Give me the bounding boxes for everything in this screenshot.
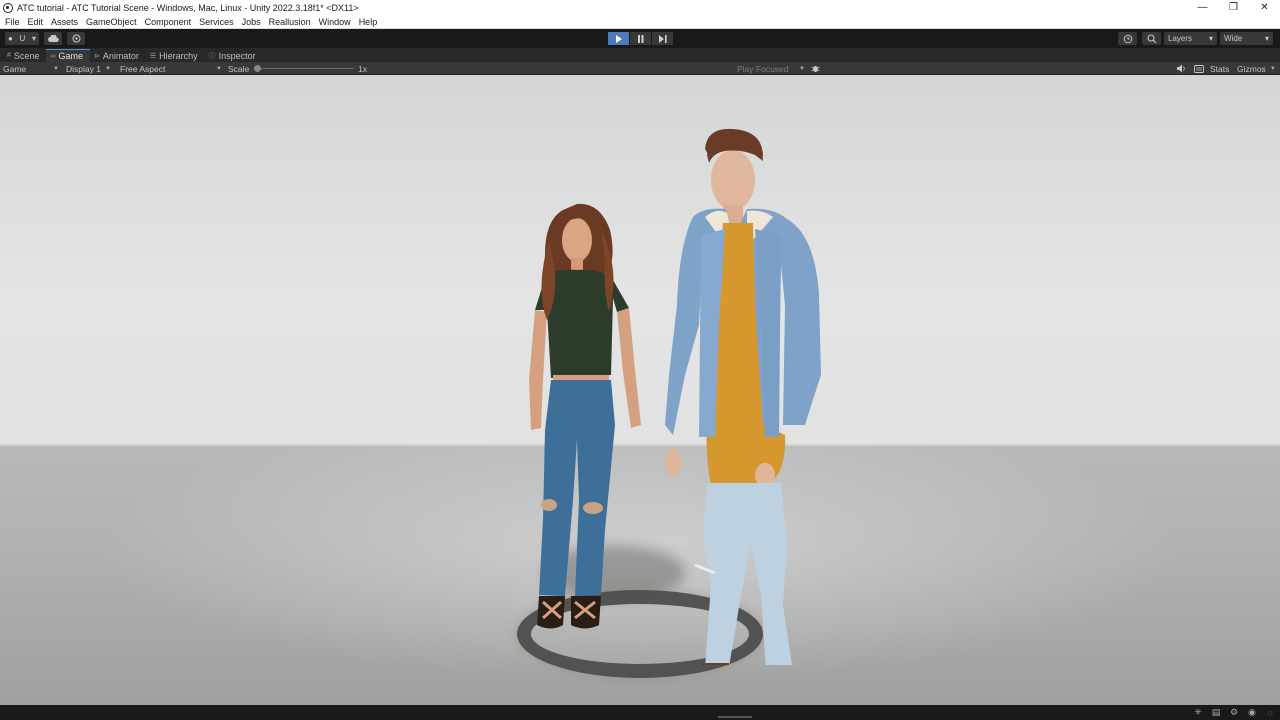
tab-game[interactable]: ∞ Game [46,49,90,62]
history-button[interactable] [1118,32,1137,45]
restore-button[interactable]: ❐ [1218,0,1249,15]
gizmos-label: Gizmos [1237,63,1266,74]
chevron-down-icon: ▾ [1208,34,1213,43]
menu-window[interactable]: Window [319,17,351,27]
male-character [665,128,821,665]
layout-dropdown[interactable]: Wide ▾ [1220,32,1273,45]
step-icon [658,34,667,43]
menu-edit[interactable]: Edit [28,17,44,27]
cloud-button[interactable] [44,32,62,45]
tab-animator[interactable]: ⊳ Animator [90,49,146,62]
bug-icon[interactable]: ✳ [1192,707,1204,719]
scene-icon: # [7,52,11,59]
game-mode-label: Game [3,63,27,74]
account-icon: ● [8,34,13,43]
bug-icon [811,66,820,72]
game-icon: ∞ [50,52,56,60]
settings-icon[interactable]: ⚙ [1228,707,1240,719]
chevron-down-icon: ▼ [104,65,111,72]
search-icon [1146,33,1156,43]
collab-button[interactable] [67,32,85,45]
network-icon[interactable]: ◌ [1264,707,1276,719]
scale-label: Scale [228,63,250,74]
tab-label: Scene [13,50,40,61]
chevron-down-icon: ▾ [1264,34,1269,43]
history-icon [1123,34,1132,43]
layers-label: Layers [1168,34,1193,43]
debug-button[interactable] [811,62,820,75]
display-label: Display 1 [66,63,101,74]
tab-label: Inspector [218,50,256,61]
play-icon [616,34,622,43]
audio-mute-button[interactable] [1176,62,1186,75]
scale-slider-handle[interactable] [254,65,261,72]
refresh-icon[interactable]: ◉ [1246,707,1258,719]
layers-dropdown[interactable]: Layers ▾ [1164,32,1217,45]
play-button[interactable] [608,32,629,45]
pause-icon [638,34,644,43]
menu-gameobject[interactable]: GameObject [86,17,137,27]
panel-tabs: # Scene ∞ Game ⊳ Animator ☰ Hierarchy ⓘ … [0,48,1280,62]
scale-value: 1x [358,63,367,74]
chevron-down-icon: ▾ [31,34,36,43]
gizmos-dropdown[interactable]: Gizmos ▼ [1237,62,1277,75]
menu-assets[interactable]: Assets [51,17,78,27]
animator-icon: ⊳ [93,52,100,60]
keyboard-shortcuts-button[interactable] [1194,62,1204,75]
menu-reallusion[interactable]: Reallusion [269,17,311,27]
playback-controls [608,32,673,45]
play-mode-label: Play Focused [737,63,789,74]
progress-bar [718,716,752,718]
inspector-icon: ⓘ [208,52,216,60]
step-button[interactable] [652,32,673,45]
hierarchy-icon: ☰ [149,52,157,60]
aspect-dropdown[interactable]: Free Aspect ▼ [120,62,222,75]
window-controls: — ❐ ✕ [1187,0,1280,15]
tab-inspector[interactable]: ⓘ Inspector [205,49,263,62]
tab-label: Animator [102,50,139,61]
title-bar: ATC tutorial - ATC Tutorial Scene - Wind… [0,0,1280,15]
keyboard-icon [1194,64,1204,73]
game-viewport[interactable] [0,75,1280,705]
layers-icon[interactable]: ▤ [1210,707,1222,719]
tab-label: Game [58,51,83,61]
account-label: U [19,34,26,43]
female-character [529,203,641,629]
chevron-down-icon: ▼ [799,65,805,72]
aspect-label: Free Aspect [120,63,166,74]
window-title: ATC tutorial - ATC Tutorial Scene - Wind… [17,2,359,13]
menu-bar: File Edit Assets GameObject Component Se… [0,15,1280,29]
speaker-icon [1177,64,1185,73]
tab-hierarchy[interactable]: ☰ Hierarchy [146,49,205,62]
status-bar: ✳ ▤ ⚙ ◉ ◌ [0,705,1280,720]
scale-slider-track[interactable] [258,68,354,69]
menu-component[interactable]: Component [145,17,192,27]
menu-jobs[interactable]: Jobs [242,17,261,27]
pause-button[interactable] [630,32,651,45]
close-button[interactable]: ✕ [1249,0,1280,15]
play-mode-dropdown[interactable]: Play Focused ▼ [737,62,805,75]
stats-button[interactable]: Stats [1210,62,1229,75]
tab-label: Hierarchy [159,50,198,61]
search-button[interactable] [1142,32,1161,45]
chevron-down-icon: ▼ [53,65,59,72]
tab-scene[interactable]: # Scene [3,49,46,62]
game-view-toolbar: Game ▼ Display 1 ▼ Free Aspect ▼ Scale 1… [0,62,1280,75]
account-dropdown[interactable]: ● U ▾ [5,32,39,45]
collab-icon [72,34,80,43]
main-toolbar: ● U ▾ Layers ▾ Wide ▾ [0,29,1280,48]
chevron-down-icon: ▼ [1269,65,1276,72]
game-mode-dropdown[interactable]: Game ▼ [3,62,59,75]
display-dropdown[interactable]: Display 1 ▼ [66,62,116,75]
menu-services[interactable]: Services [199,17,234,27]
unity-logo-icon [3,2,13,13]
minimize-button[interactable]: — [1187,0,1218,15]
chevron-down-icon: ▼ [216,65,222,72]
menu-file[interactable]: File [5,17,20,27]
cloud-icon [47,35,59,42]
layout-label: Wide [1224,34,1243,43]
menu-help[interactable]: Help [359,17,378,27]
